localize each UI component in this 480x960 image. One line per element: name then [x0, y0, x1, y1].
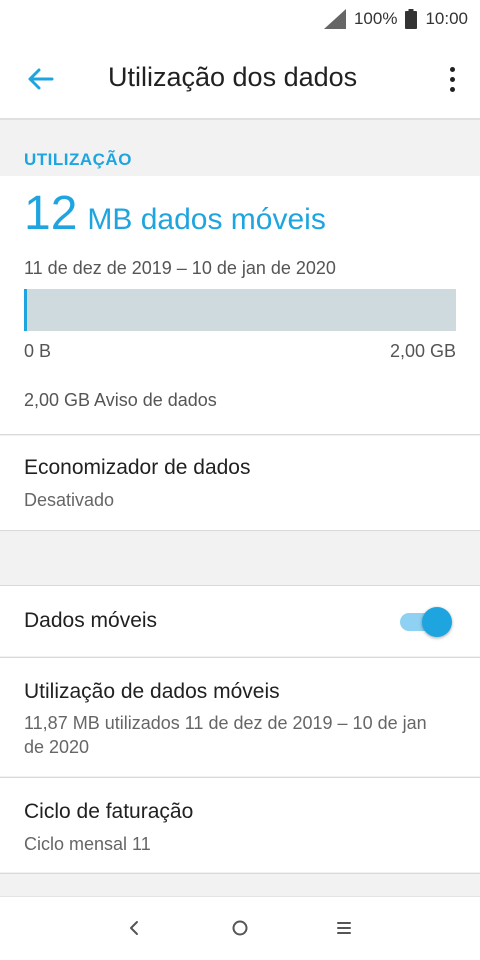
usage-date-range: 11 de dez de 2019 – 10 de jan de 2020 [24, 258, 336, 278]
usage-amount: 12 MB dados móveis [24, 186, 326, 241]
page-title: Utilização dos dados [108, 62, 358, 92]
nav-menu-button[interactable] [324, 913, 364, 943]
usage-bar-min-label: 0 B [24, 341, 52, 361]
usage-progress-bar [24, 289, 456, 331]
app-bar: Utilização dos dados [0, 38, 480, 120]
clock: 10:00 [425, 9, 468, 28]
mobile-data-usage-detail: 11,87 MB utilizados 11 de dez de 2019 – … [24, 713, 427, 757]
section-header-usage: UTILIZAÇÃO [24, 150, 132, 169]
battery-percent: 100% [353, 9, 398, 28]
mobile-data-item[interactable]: Dados móveis [0, 586, 480, 656]
nav-home-button[interactable] [220, 913, 260, 943]
billing-cycle-detail: Ciclo mensal 11 [24, 834, 151, 854]
usage-progress-fill [24, 289, 27, 331]
divider [0, 434, 480, 435]
nav-home-icon [232, 920, 248, 936]
mobile-data-title: Dados móveis [24, 609, 158, 632]
system-nav-bar [0, 896, 480, 960]
signal-icon [323, 9, 346, 29]
more-vert-icon [449, 66, 455, 72]
data-saver-item[interactable]: Economizador de dados Desativado [0, 436, 480, 530]
usage-amount-label: MB dados móveis [87, 203, 326, 236]
status-bar: 100% 10:00 [0, 0, 480, 38]
back-button[interactable] [20, 62, 60, 96]
toggle-thumb [422, 607, 452, 637]
arrow-back-icon [28, 68, 54, 90]
nav-back-icon [130, 921, 138, 935]
mobile-data-usage-item[interactable]: Utilização de dados móveis 11,87 MB util… [0, 658, 480, 776]
nav-back-button[interactable] [114, 913, 154, 943]
nav-menu-icon [337, 922, 351, 934]
divider [0, 530, 480, 531]
divider [0, 873, 480, 874]
data-saver-status: Desativado [24, 490, 115, 510]
usage-amount-value: 12 [24, 187, 78, 240]
data-warning-label: 2,00 GB Aviso de dados [24, 390, 217, 410]
data-saver-title: Economizador de dados [24, 456, 251, 479]
mobile-data-usage-title: Utilização de dados móveis [24, 680, 280, 703]
mobile-data-toggle[interactable] [400, 606, 452, 637]
billing-cycle-title: Ciclo de faturação [24, 800, 194, 823]
more-options-button[interactable] [442, 62, 462, 96]
billing-cycle-item[interactable]: Ciclo de faturação Ciclo mensal 11 [0, 778, 480, 872]
usage-bar-max-label: 2,00 GB [389, 341, 456, 361]
usage-summary: 12 MB dados móveis 11 de dez de 2019 – 1… [0, 176, 480, 434]
battery-icon [405, 9, 418, 29]
